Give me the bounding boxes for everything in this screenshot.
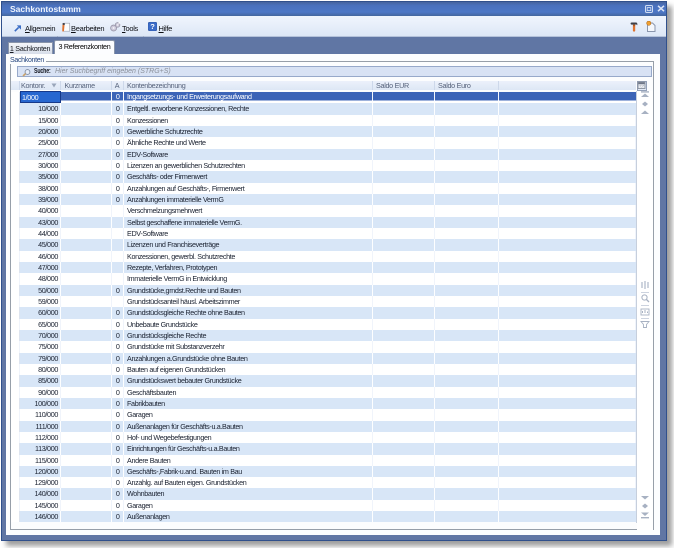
svg-text:?: ? [150, 22, 155, 31]
